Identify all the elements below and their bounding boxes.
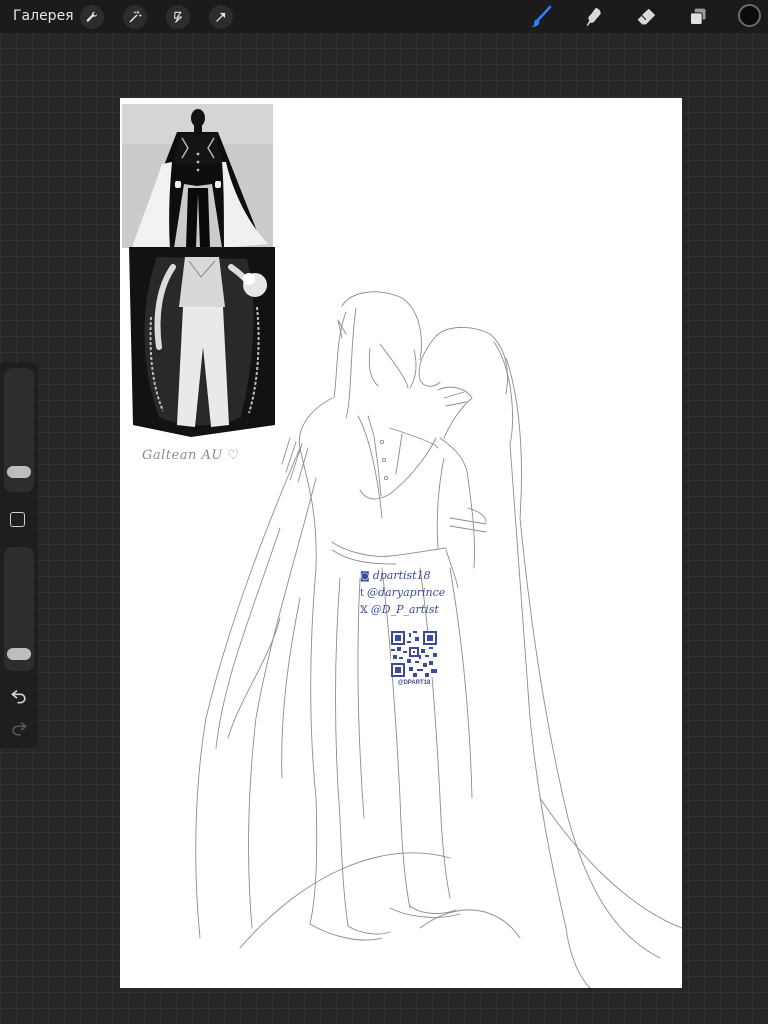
undo-icon[interactable] — [9, 686, 29, 706]
drawing-canvas[interactable]: Galtean AU ♡ ◙ dpartist18 t @daryaprince 𝕏… — [120, 98, 682, 988]
smudge-icon — [586, 7, 601, 27]
pencil-sketch-couple — [195, 291, 682, 988]
transform-arrow-icon — [216, 12, 226, 22]
eraser-icon — [636, 8, 656, 25]
smudge-tool[interactable] — [581, 4, 607, 30]
brush-opacity-thumb[interactable] — [7, 648, 31, 660]
layers-button[interactable] — [685, 4, 711, 30]
actions-button[interactable] — [80, 5, 104, 29]
selection-button[interactable] — [166, 5, 190, 29]
social-instagram: ◙ dpartist18 — [360, 569, 431, 582]
brush-size-thumb[interactable] — [7, 466, 31, 478]
wrench-icon — [86, 11, 98, 22]
tumblr-icon: t — [360, 588, 365, 599]
social-x: 𝕏 @D_P_artist — [360, 603, 439, 616]
qr-caption: @DPART18 — [397, 680, 431, 686]
brush-size-slider[interactable] — [4, 368, 34, 492]
modify-button[interactable] — [10, 512, 25, 527]
social-handles: ◙ dpartist18 t @daryaprince 𝕏 @D_P_artist — [360, 568, 480, 619]
qr-code — [391, 631, 437, 677]
transform-button[interactable] — [209, 5, 233, 29]
top-toolbar: Галерея — [0, 0, 768, 33]
brush-opacity-slider[interactable] — [4, 547, 34, 671]
gallery-button[interactable]: Галерея — [13, 8, 74, 24]
left-sidebar — [0, 362, 38, 748]
adjustments-button[interactable] — [123, 5, 147, 29]
signature-text: Galtean AU ♡ — [142, 448, 240, 463]
redo-icon[interactable] — [9, 718, 29, 738]
color-picker[interactable] — [738, 4, 761, 27]
social-tumblr: t @daryaprince — [360, 586, 446, 599]
x-icon: 𝕏 — [360, 605, 368, 616]
selection-icon — [173, 11, 183, 23]
magic-wand-icon — [129, 10, 142, 23]
brush-tool[interactable] — [528, 4, 554, 30]
instagram-icon: ◙ — [360, 571, 370, 582]
layers-icon — [690, 8, 706, 25]
brush-icon — [531, 5, 552, 27]
eraser-tool[interactable] — [633, 4, 659, 30]
